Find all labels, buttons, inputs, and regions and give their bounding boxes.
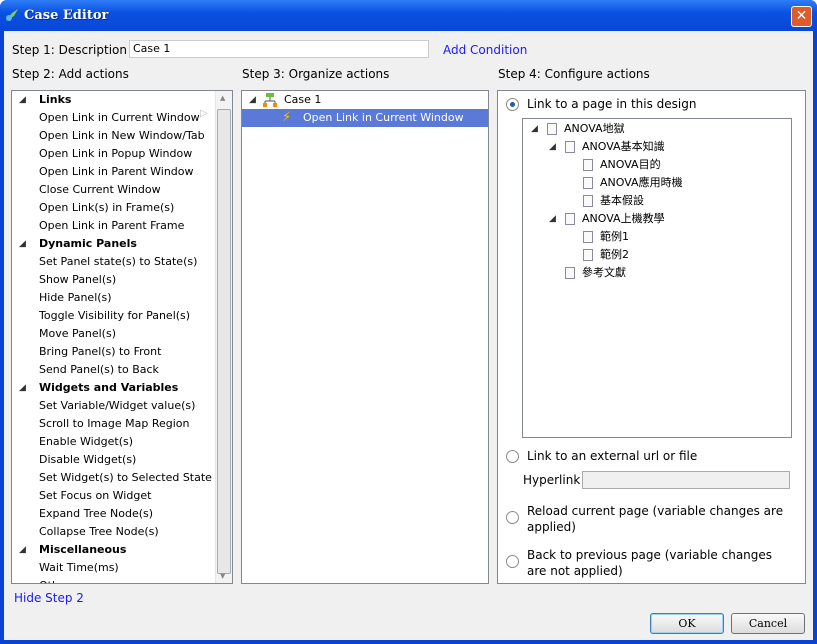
page-icon — [565, 141, 575, 153]
radio-back[interactable] — [506, 555, 519, 568]
action-node-selected[interactable]: ⚡ Open Link in Current Window — [242, 109, 488, 127]
action-item[interactable]: Collapse Tree Node(s) — [39, 523, 159, 541]
hyperlink-label: Hyperlink — [523, 473, 581, 487]
radio-reload[interactable] — [506, 511, 519, 524]
add-condition-link[interactable]: Add Condition — [443, 43, 527, 57]
group-collapse-icon[interactable]: ◢ — [19, 545, 26, 555]
app-logo-icon — [6, 9, 18, 21]
actions-scrollbar[interactable]: ▲ ▼ — [215, 91, 232, 583]
action-item[interactable]: Wait Time(ms) — [39, 559, 119, 577]
link-page-label: Link to a page in this design — [527, 97, 697, 111]
action-item[interactable]: Set Variable/Widget value(s) — [39, 397, 195, 415]
action-item[interactable]: Other — [39, 577, 70, 583]
step2-label: Step 2: Add actions — [12, 67, 129, 81]
action-item[interactable]: Open Link in Popup Window — [39, 145, 192, 163]
window-title: Case Editor — [24, 8, 109, 23]
external-url-label: Link to an external url or file — [527, 449, 698, 463]
scroll-thumb[interactable] — [217, 109, 231, 574]
case-node[interactable]: Case 1 — [284, 91, 321, 109]
page-tree-node[interactable]: ANOVA地獄 — [564, 120, 625, 138]
page-icon — [565, 213, 575, 225]
action-group-header[interactable]: Widgets and Variables — [39, 379, 178, 397]
tree-collapse-icon[interactable]: ◢ — [531, 124, 538, 134]
description-input[interactable]: Case 1 — [129, 40, 429, 58]
ok-button[interactable]: OK — [650, 613, 724, 634]
lightning-icon: ⚡ — [282, 110, 292, 125]
action-item[interactable]: Open Link(s) in Frame(s) — [39, 199, 174, 217]
action-item[interactable]: Send Panel(s) to Back — [39, 361, 159, 379]
page-icon — [583, 249, 593, 261]
page-tree-node[interactable]: ANOVA應用時機 — [600, 174, 683, 192]
submenu-arrow-icon: ▷ — [200, 108, 208, 119]
hide-step2-link[interactable]: Hide Step 2 — [14, 591, 84, 605]
action-item[interactable]: Toggle Visibility for Panel(s) — [39, 307, 190, 325]
action-item[interactable]: Open Link in Current Window — [39, 109, 200, 127]
group-collapse-icon[interactable]: ◢ — [19, 239, 26, 249]
tree-collapse-icon[interactable]: ◢ — [549, 214, 556, 224]
case-editor-window: Case Editor ✕ Step 1: Description Case 1… — [0, 0, 817, 644]
action-item[interactable]: Move Panel(s) — [39, 325, 116, 343]
action-item[interactable]: Set Panel state(s) to State(s) — [39, 253, 197, 271]
page-tree-node[interactable]: ANOVA上機教學 — [582, 210, 665, 228]
action-item[interactable]: Hide Panel(s) — [39, 289, 112, 307]
page-icon — [583, 159, 593, 171]
radio-external-url[interactable] — [506, 450, 519, 463]
reload-label: Reload current page (variable changes ar… — [527, 504, 784, 534]
step1-label: Step 1: Description — [12, 43, 127, 57]
title-bar[interactable]: Case Editor ✕ — [0, 0, 817, 31]
dialog-body: Step 1: Description Case 1 Add Condition… — [4, 31, 813, 640]
action-group-header[interactable]: Miscellaneous — [39, 541, 126, 559]
page-tree-node[interactable]: 基本假設 — [600, 192, 644, 210]
action-item[interactable]: Open Link in New Window/Tab — [39, 127, 205, 145]
page-icon — [583, 195, 593, 207]
action-item[interactable]: Open Link in Parent Frame — [39, 217, 184, 235]
action-label: Open Link in Current Window — [303, 111, 464, 124]
configure-actions-panel: Link to a page in this design ◢ ANOVA地獄 ◢ A… — [497, 90, 806, 584]
action-item[interactable]: Scroll to Image Map Region — [39, 415, 190, 433]
action-item[interactable]: Set Widget(s) to Selected State — [39, 469, 212, 487]
page-icon — [583, 231, 593, 243]
page-tree: ◢ ANOVA地獄 ◢ ANOVA基本知識 ANOVA目的 ANOVA應用時機 基本假設 ◢ A… — [522, 118, 792, 438]
page-icon — [565, 267, 575, 279]
action-item[interactable]: Expand Tree Node(s) — [39, 505, 153, 523]
case-icon — [263, 93, 277, 107]
action-group-header[interactable]: Dynamic Panels — [39, 235, 137, 253]
action-item[interactable]: Show Panel(s) — [39, 271, 116, 289]
action-item[interactable]: Disable Widget(s) — [39, 451, 136, 469]
group-collapse-icon[interactable]: ◢ — [19, 95, 26, 105]
page-tree-node[interactable]: ANOVA基本知識 — [582, 138, 665, 156]
step3-label: Step 3: Organize actions — [242, 67, 390, 81]
step4-label: Step 4: Configure actions — [498, 67, 650, 81]
action-item[interactable]: Enable Widget(s) — [39, 433, 133, 451]
page-icon — [583, 177, 593, 189]
collapse-icon[interactable]: ◢ — [249, 95, 256, 105]
action-item[interactable]: Close Current Window — [39, 181, 161, 199]
action-item[interactable]: Open Link in Parent Window — [39, 163, 194, 181]
back-label: Back to previous page (variable changes … — [527, 548, 773, 578]
action-item[interactable]: Bring Panel(s) to Front — [39, 343, 161, 361]
radio-link-page[interactable] — [506, 98, 519, 111]
hyperlink-input[interactable] — [582, 471, 790, 489]
page-icon — [547, 123, 557, 135]
organize-actions-tree: ◢ Case 1 ⚡ Open Link in Current Window — [241, 90, 489, 584]
page-tree-node[interactable]: ANOVA目的 — [600, 156, 661, 174]
page-tree-node[interactable]: 參考文獻 — [582, 264, 626, 282]
group-collapse-icon[interactable]: ◢ — [19, 383, 26, 393]
actions-list: ▲ ▼ ▷ ◢ Links Open Link in Current Window O… — [11, 90, 233, 584]
page-tree-node[interactable]: 範例2 — [600, 246, 629, 264]
page-tree-node[interactable]: 範例1 — [600, 228, 629, 246]
tree-collapse-icon[interactable]: ◢ — [549, 142, 556, 152]
action-item[interactable]: Set Focus on Widget — [39, 487, 151, 505]
action-group-header[interactable]: Links — [39, 91, 71, 109]
scroll-up-icon[interactable]: ▲ — [220, 94, 225, 102]
cancel-button[interactable]: Cancel — [731, 613, 805, 634]
scroll-down-icon[interactable]: ▼ — [220, 572, 225, 580]
close-button[interactable]: ✕ — [791, 6, 812, 27]
